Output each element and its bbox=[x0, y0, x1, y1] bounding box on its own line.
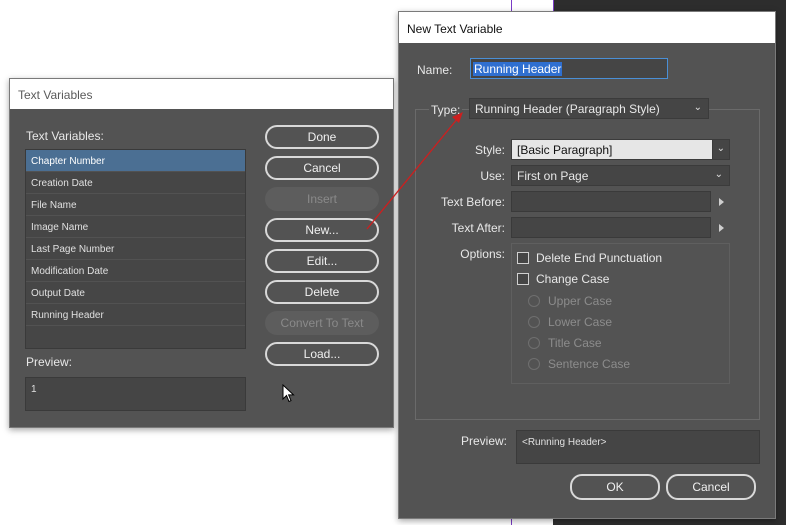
annotation-arrow bbox=[366, 112, 463, 230]
